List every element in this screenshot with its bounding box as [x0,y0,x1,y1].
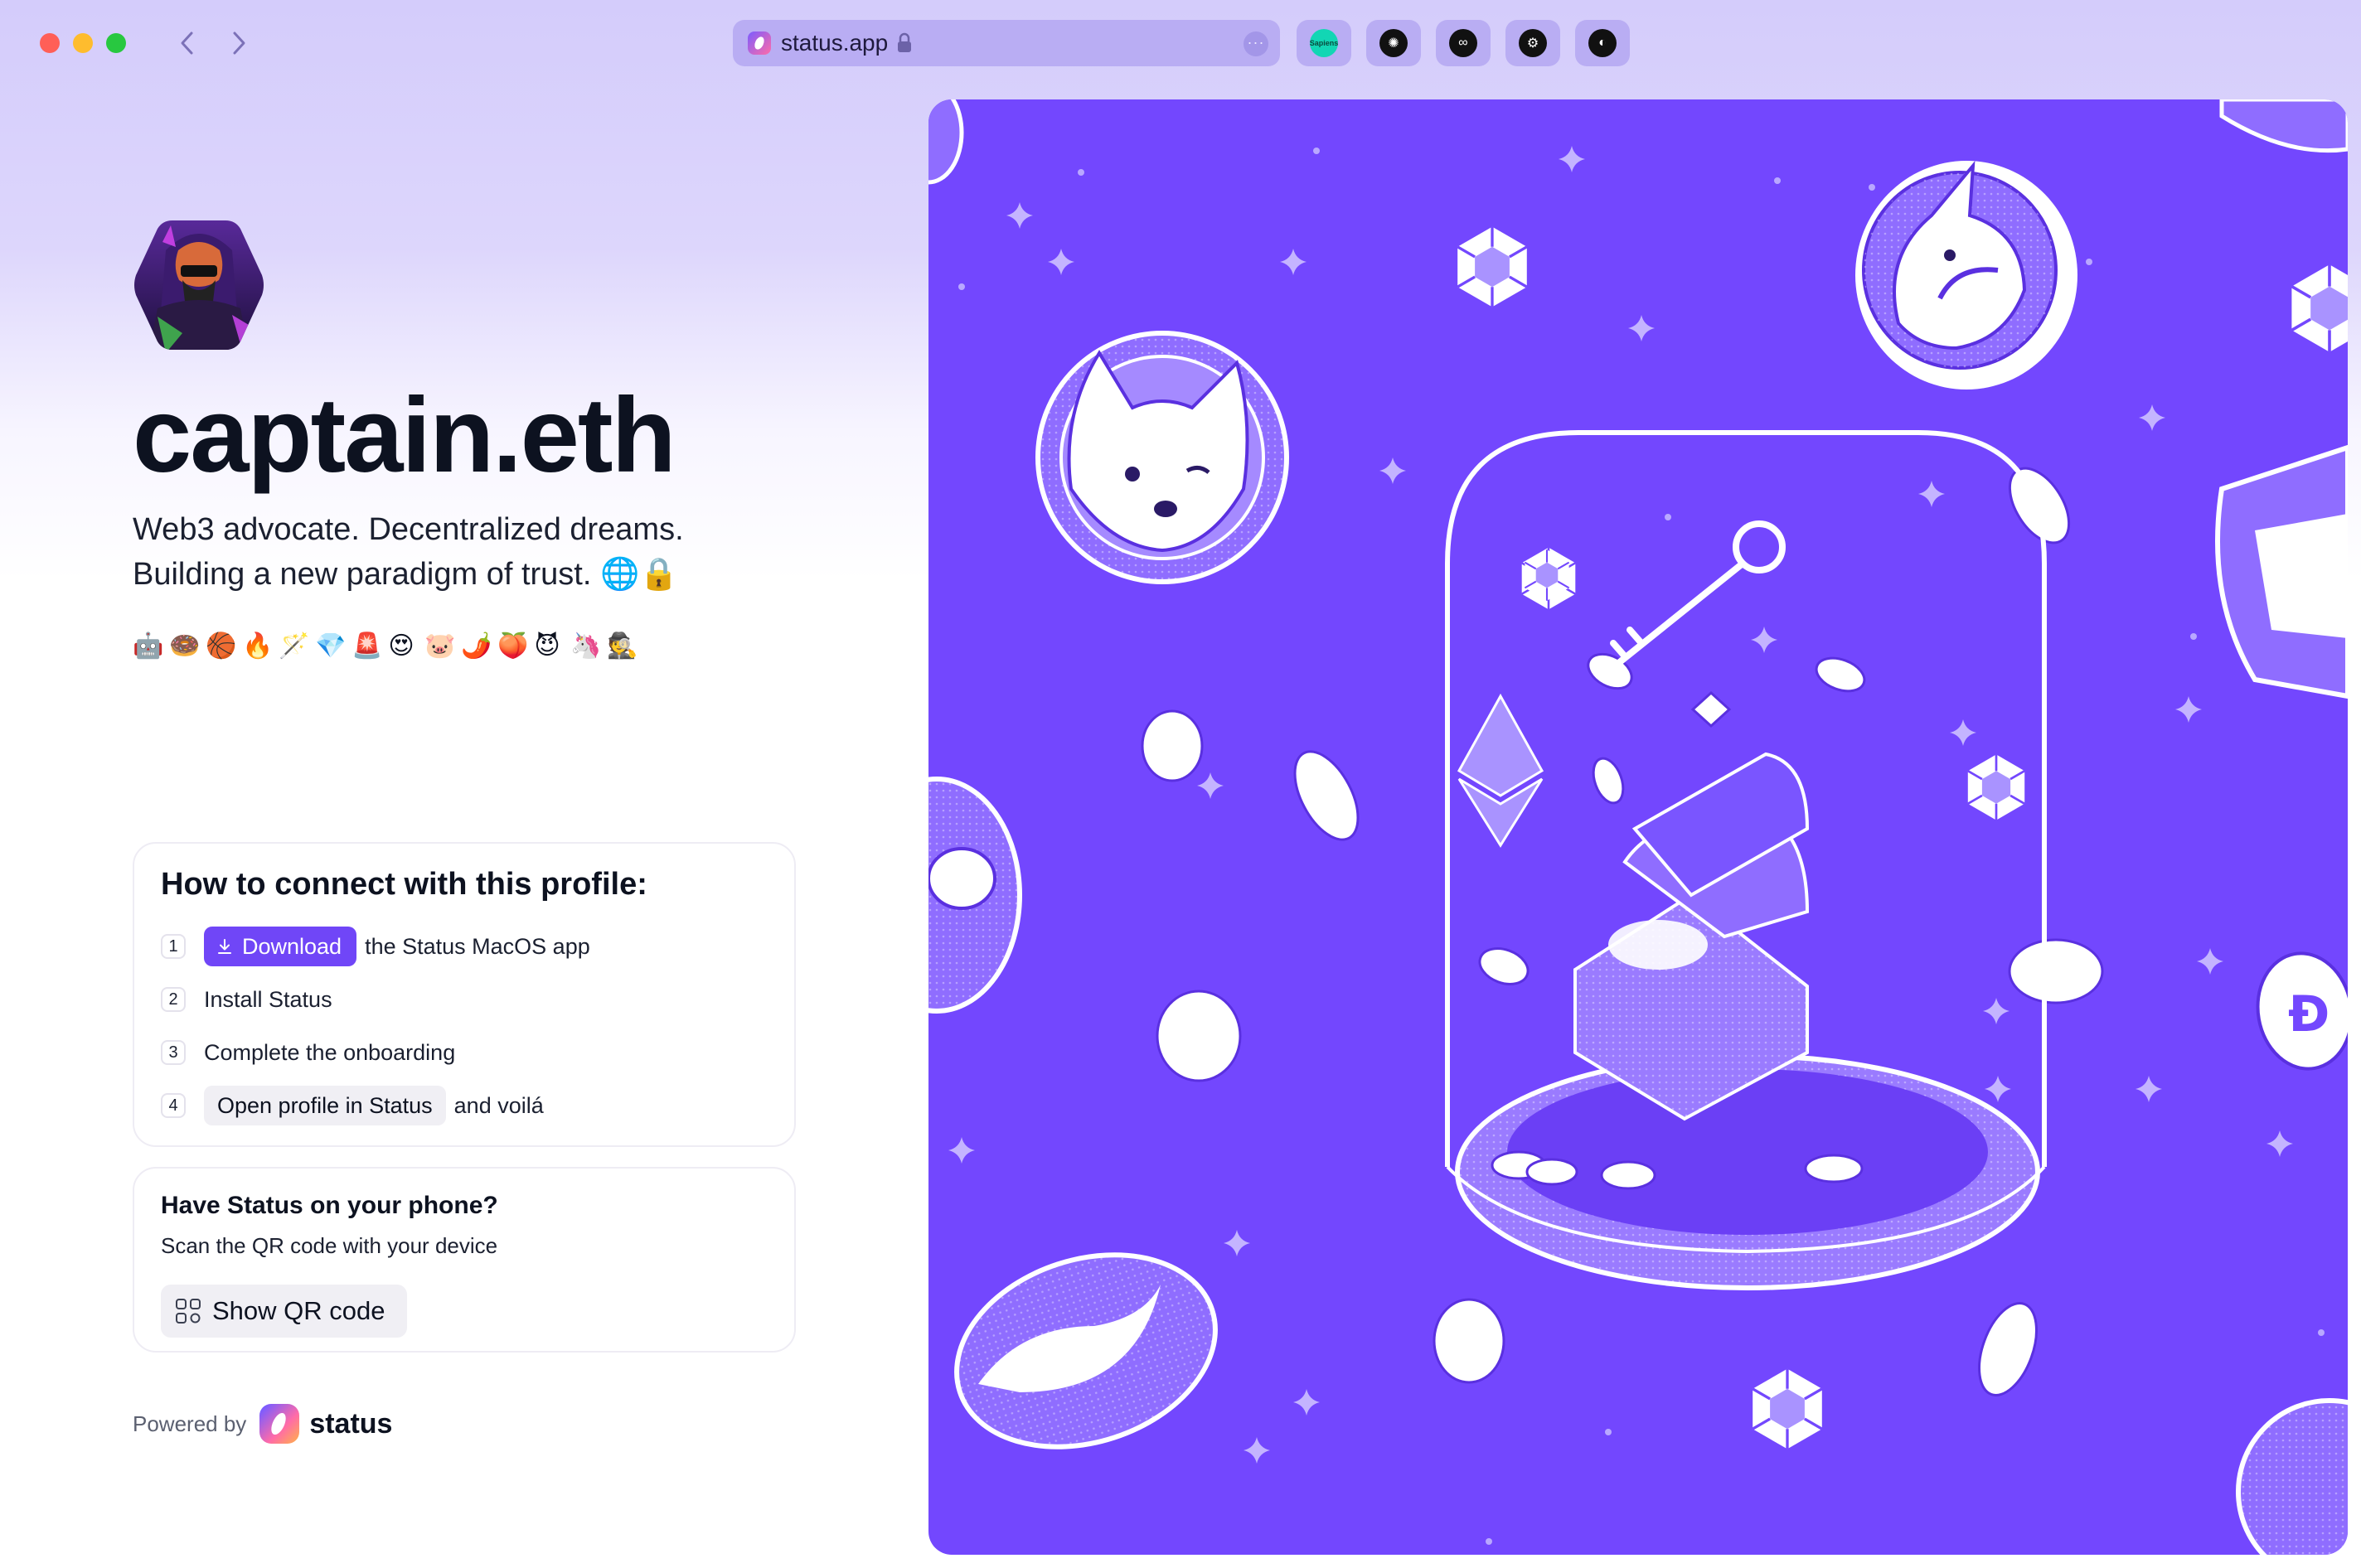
connect-card: How to connect with this profile: 1 Down… [133,842,796,1147]
emoji: 🦄 [570,632,602,660]
emoji: 🪄 [279,632,310,660]
emoji: 🔥 [242,632,274,660]
powered-by: Powered by status [133,1402,392,1445]
zoom-window-button[interactable] [106,33,126,53]
link-extension-icon: ∞ [1449,29,1477,57]
extension-button-2[interactable]: ✺ [1366,20,1421,66]
emoji-row: 🤖 🍩 🏀 🔥 🪄 💎 🚨 😍 🐷 🌶️ 🍑 😈 🦄 🕵️ [133,630,638,663]
emoji: 🍩 [169,632,201,660]
status-logo-icon [259,1404,300,1444]
rainbow-extension-icon: Sapiens [1310,29,1338,57]
bio-line: Building a new paradigm of trust. 🌐🔒 [133,557,679,592]
extension-button-4[interactable]: ⚙ [1505,20,1560,66]
connect-step-3: 3 Complete the onboarding [161,1031,455,1074]
bio-line: Web3 advocate. Decentralized dreams. [133,512,684,547]
step-number: 4 [161,1093,186,1118]
extension-button-5[interactable]: ◐ [1575,20,1630,66]
connect-step-1: 1 Download the Status MacOS app [161,925,590,968]
emoji: 🐷 [424,632,456,660]
phone-card: Have Status on your phone? Scan the QR c… [133,1167,796,1353]
chevron-right-icon [233,31,245,55]
step-text: Complete the onboarding [204,1039,456,1065]
extension-button-1[interactable]: Sapiens [1297,20,1351,66]
treasure-dome-illustration: Ð [928,99,2348,1555]
open-profile-button[interactable]: Open profile in Status [204,1086,446,1125]
show-qr-button[interactable]: Show QR code [161,1285,407,1338]
status-brand-name[interactable]: status [309,1408,392,1440]
phone-card-subtitle: Scan the QR code with your device [161,1233,498,1258]
profile-display-name: captain.eth [133,376,676,495]
show-qr-label: Show QR code [212,1296,385,1325]
step-text: the Status MacOS app [365,933,590,959]
download-button-label: Download [242,933,342,959]
minimize-window-button[interactable] [73,33,93,53]
status-favicon-icon [748,31,771,55]
connect-step-2: 2 Install Status [161,978,332,1021]
extension-button-3[interactable]: ∞ [1436,20,1491,66]
emoji: 😍 [388,632,415,660]
emoji: 🍑 [497,632,529,660]
address-bar[interactable]: status.app ··· [733,20,1280,66]
download-button[interactable]: Download [204,927,357,966]
chevron-left-icon [181,31,193,55]
lock-icon [896,32,912,54]
emoji: 🌶️ [461,632,492,660]
download-icon [218,939,231,954]
more-options-icon[interactable]: ··· [1244,31,1268,56]
emoji: 🏀 [206,632,237,660]
svg-text:Ð: Ð [2288,985,2329,1043]
doge-coin [1035,331,1289,584]
gear-extension-icon: ⚙ [1519,29,1547,57]
step-number: 3 [161,1040,186,1065]
step-number: 2 [161,987,186,1012]
step-text: Install Status [204,986,332,1012]
close-window-button[interactable] [40,33,60,53]
powered-by-label: Powered by [133,1411,247,1436]
connect-step-4: 4 Open profile in Status and voilá [161,1084,544,1127]
dome [1445,430,2047,1290]
network-extension-icon: ✺ [1379,29,1408,57]
window-chrome: status.app ··· Sapiens ✺ ∞ ⚙ ◐ [0,0,2361,86]
phone-card-title: Have Status on your phone? [161,1192,498,1219]
connect-card-title: How to connect with this profile: [161,867,647,902]
url-text: status.app [781,30,889,56]
qr-code-icon [176,1299,201,1324]
emoji: 🚨 [351,632,383,660]
step-text: and voilá [453,1092,544,1118]
profile-bio: Web3 advocate. Decentralized dreams. Bui… [133,507,812,597]
step-number: 1 [161,934,186,959]
emoji: 🤖 [133,632,164,660]
shield-extension-icon: ◐ [1588,29,1617,57]
back-button[interactable] [171,25,204,61]
unicorn-coin [1855,160,2077,390]
hero-illustration: Ð [928,99,2348,1555]
forward-button[interactable] [222,25,255,61]
emoji: 🕵️ [607,632,638,660]
avatar [133,217,265,353]
emoji: 😈 [534,632,560,660]
emoji: 💎 [315,632,347,660]
